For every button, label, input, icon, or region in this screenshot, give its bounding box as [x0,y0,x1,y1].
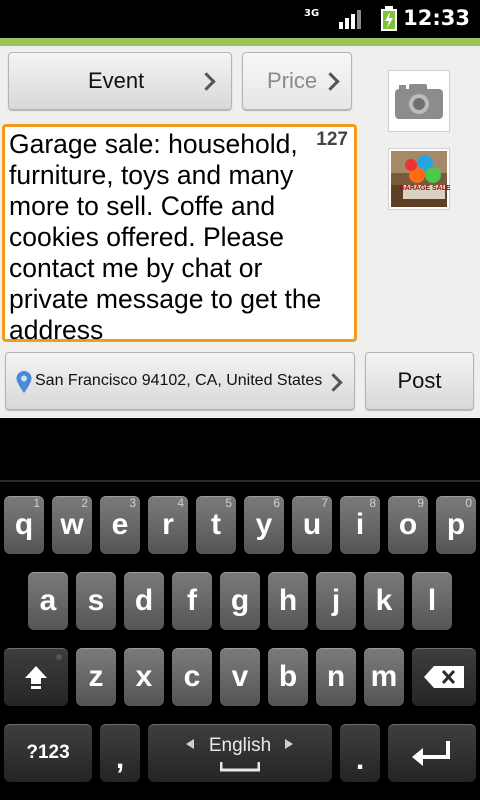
key-j[interactable]: j [316,572,356,630]
key-b[interactable]: b [268,648,308,706]
key-e-letter: e [111,508,129,541]
enter-return-icon [412,741,450,766]
soft-keyboard: 1q 2w 3e 4r 5t 6y 7u 8i 9o 0p a s d f g … [0,418,480,800]
key-c[interactable]: c [172,648,212,706]
key-d[interactable]: d [124,572,164,630]
add-photo-button[interactable] [388,70,450,132]
key-x-letter: x [135,660,153,693]
shift-indicator-dot [56,654,62,660]
status-clock: 12:33 [403,6,470,30]
network-type-3g: 3G [304,9,319,19]
key-x[interactable]: x [124,648,164,706]
key-s[interactable]: s [76,572,116,630]
keyboard-top-divider [0,480,480,482]
key-k-letter: k [375,584,393,617]
description-textarea[interactable]: Garage sale: household, furniture, toys … [2,124,357,345]
spacebar-language-key[interactable]: English [148,724,332,782]
key-g[interactable]: g [220,572,260,630]
post-button-label: Post [397,368,442,393]
key-i-letter: i [355,508,365,541]
battery-charging-icon [381,6,397,31]
location-button[interactable]: San Francisco 94102, CA, United States [5,352,355,410]
key-u[interactable]: 7u [292,496,332,554]
key-c-letter: c [183,660,201,693]
chevron-right-icon [197,72,216,91]
key-p[interactable]: 0p [436,496,476,554]
key-z[interactable]: z [76,648,116,706]
key-s-letter: s [87,584,105,617]
key-l[interactable]: l [412,572,452,630]
key-t[interactable]: 5t [196,496,236,554]
chevron-right-icon [324,373,343,392]
key-z-letter: z [88,660,104,693]
symbols-key-label: ?123 [26,742,70,763]
key-v-letter: v [231,660,249,693]
comma-key-label: , [115,741,125,775]
garage-sale-photo [391,151,447,207]
description-text: Garage sale: household, furniture, toys … [9,129,322,345]
price-button-label: Price [267,68,318,93]
key-h[interactable]: h [268,572,308,630]
key-j-letter: j [331,584,341,617]
key-g-letter: g [230,584,250,617]
key-i[interactable]: 8i [340,496,380,554]
location-pin-icon [16,371,32,393]
key-u-letter: u [302,508,322,541]
key-l-letter: l [427,584,437,617]
key-r-letter: r [162,508,174,541]
spacebar-icon [220,762,260,772]
key-n[interactable]: n [316,648,356,706]
key-r[interactable]: 4r [148,496,188,554]
key-t-letter: t [211,508,221,541]
key-m[interactable]: m [364,648,404,706]
language-label: English [208,735,272,756]
shift-key[interactable] [4,648,68,706]
key-a-letter: a [39,584,57,617]
network-type-label: 3G [304,8,320,19]
key-q-letter: q [14,508,34,541]
backspace-key[interactable] [412,648,476,706]
key-a[interactable]: a [28,572,68,630]
key-k[interactable]: k [364,572,404,630]
key-b-letter: b [278,660,298,693]
key-o[interactable]: 9o [388,496,428,554]
backspace-icon [424,666,464,688]
symbols-key[interactable]: ?123 [4,724,92,782]
arrow-right-icon [285,739,293,749]
key-v[interactable]: v [220,648,260,706]
enter-key[interactable] [388,724,476,782]
price-button[interactable]: Price [242,52,352,110]
title-accent-bar [0,38,480,46]
char-counter: 127 [316,129,348,150]
key-p-letter: p [446,508,466,541]
chevron-right-icon [321,72,340,91]
key-e[interactable]: 3e [100,496,140,554]
key-y[interactable]: 6y [244,496,284,554]
location-text: San Francisco 94102, CA, United States [35,372,323,389]
key-m-letter: m [370,660,398,693]
key-y-letter: y [255,508,273,541]
period-key[interactable]: . [340,724,380,782]
post-composer: Event Price GARAGE SALE Garage sale: hou… [0,46,480,418]
key-n-letter: n [326,660,346,693]
shift-arrow-icon [25,666,47,689]
photo-thumbnail[interactable]: GARAGE SALE [388,148,451,210]
camera-icon [395,84,443,119]
event-button[interactable]: Event [8,52,232,110]
comma-key[interactable]: , [100,724,140,782]
key-w-letter: w [60,508,84,541]
status-bar: 3G 12:33 [0,0,480,38]
key-o-letter: o [398,508,418,541]
signal-strength-icon [339,10,361,29]
key-d-letter: d [134,584,154,617]
key-f[interactable]: f [172,572,212,630]
key-f-letter: f [187,584,197,617]
post-button[interactable]: Post [365,352,474,410]
event-button-label: Event [88,68,145,93]
key-q[interactable]: 1q [4,496,44,554]
period-key-label: . [355,742,365,776]
key-w[interactable]: 2w [52,496,92,554]
thumbnail-caption: GARAGE SALE [399,185,451,192]
key-h-letter: h [278,584,298,617]
